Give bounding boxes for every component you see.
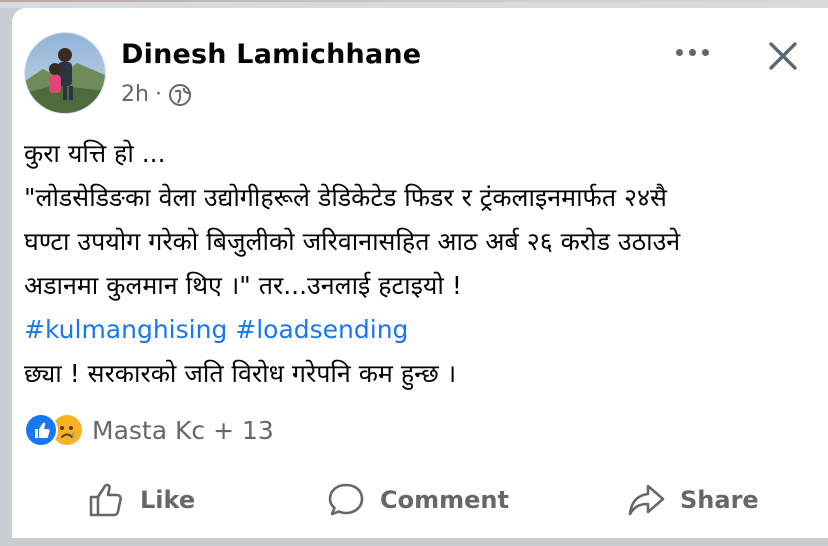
like-button[interactable]: Like — [86, 470, 195, 530]
comment-button[interactable]: Comment — [326, 470, 509, 530]
author-name[interactable]: Dinesh Lamichhane — [121, 39, 421, 70]
more-options-icon[interactable] — [676, 44, 716, 60]
comment-icon — [328, 483, 364, 516]
avatar-photo — [25, 33, 105, 113]
share-icon — [628, 484, 665, 516]
post-line: छ्या ! सरकारकाे जति विराेध गरेपनि कम हुन… — [24, 359, 457, 388]
like-label: Like — [140, 486, 196, 514]
globe-icon[interactable] — [168, 83, 192, 107]
share-label: Share — [680, 486, 759, 514]
post-time[interactable]: 2h — [121, 82, 149, 107]
reactions-count: Masta Kc + 13 — [92, 415, 274, 445]
share-button[interactable]: Share — [626, 470, 759, 530]
post-line: "लोडसेडिङका वेला उद्योगीहरूले डेडिकेटेड … — [24, 183, 667, 212]
meta-separator: · — [154, 82, 162, 107]
comment-label: Comment — [380, 486, 509, 514]
post-meta: 2h · — [121, 82, 192, 107]
hashtag-link[interactable]: #loadsending — [235, 315, 408, 344]
top-strip — [0, 0, 828, 8]
hashtag-link[interactable]: #kulmanghising — [24, 315, 227, 344]
post-body: कुरा यत्ति हाे ... "लोडसेडिङका वेला उद्य… — [24, 132, 814, 396]
action-bar: Like Comment Share — [12, 470, 828, 534]
post-line: घण्टा उपयोग गरेको बिजुलीको जरिवानासहित आ… — [24, 227, 681, 256]
avatar[interactable] — [24, 32, 106, 114]
post-line: कुरा यत्ति हाे ... — [24, 139, 166, 168]
hashtag-line: #kulmanghising #loadsending — [24, 308, 814, 352]
reactions-summary[interactable]: Masta Kc + 13 — [24, 413, 274, 447]
like-icon — [24, 413, 58, 447]
thumbs-up-icon — [89, 483, 122, 517]
bottom-strip — [0, 538, 828, 546]
close-icon[interactable] — [765, 38, 801, 74]
post-line: अडानमा कुलमान थिए ।" तर...उनलाई हटाइयाे … — [24, 271, 462, 300]
